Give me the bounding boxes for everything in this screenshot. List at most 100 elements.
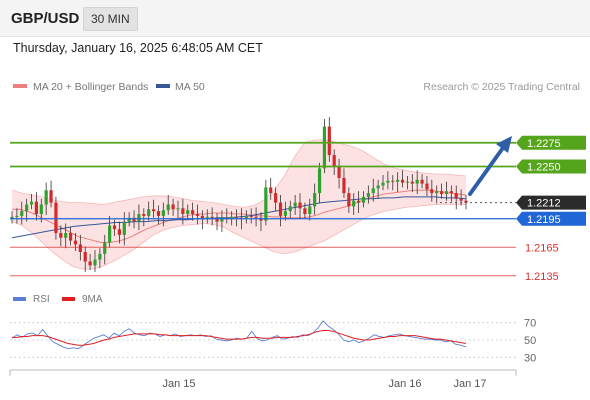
candle-body xyxy=(308,206,312,214)
candle-body xyxy=(269,187,273,194)
candle-body xyxy=(313,193,317,207)
candle-body xyxy=(357,200,361,203)
candle-body xyxy=(410,181,414,184)
candle-body xyxy=(161,210,165,216)
x-axis: Jan 15 Jan 16 Jan 17 xyxy=(9,369,517,390)
rsi-line xyxy=(11,320,467,350)
rsi-tick-label: 30 xyxy=(524,352,536,364)
candle xyxy=(322,119,327,174)
candle-body xyxy=(249,215,253,217)
rsi-legend-swatch xyxy=(13,297,26,301)
candle-body xyxy=(386,180,390,183)
candle-body xyxy=(278,202,283,216)
rsi-tick-label: 70 xyxy=(524,318,536,330)
price-tag: 1.2212 xyxy=(516,195,586,210)
support-label: 1.2135 xyxy=(525,271,559,283)
candle-body xyxy=(254,216,258,218)
candle-body xyxy=(303,208,307,214)
candle-body xyxy=(147,209,151,216)
candle-body xyxy=(327,126,331,156)
candle-body xyxy=(444,191,449,195)
candle-body xyxy=(430,189,434,194)
forecast-arrow xyxy=(468,136,512,196)
candle-body xyxy=(151,209,156,212)
candle-body xyxy=(332,155,336,167)
candle-body xyxy=(298,202,302,209)
candle-body xyxy=(25,204,29,212)
candle-body xyxy=(39,204,43,214)
candle-body xyxy=(342,177,346,194)
candle-body xyxy=(93,259,97,266)
candle-body xyxy=(181,208,185,214)
candle-body xyxy=(371,188,375,194)
candle-body xyxy=(64,233,68,238)
candle-body xyxy=(361,196,366,203)
ma50-legend-label: MA 50 xyxy=(175,81,205,93)
candle-body xyxy=(54,202,58,233)
ma9-legend-label: 9MA xyxy=(82,294,103,305)
support-label: 1.2165 xyxy=(525,242,559,254)
candle-body xyxy=(415,179,419,184)
rsi-legend-label: RSI xyxy=(33,294,50,305)
candle-body xyxy=(137,214,141,222)
candle-body xyxy=(425,183,429,190)
candle-body xyxy=(83,252,87,262)
candle-body xyxy=(283,211,287,216)
candle-body xyxy=(98,253,102,260)
candle-body xyxy=(122,221,126,235)
candle-body xyxy=(293,202,297,207)
ma20-legend-label: MA 20 + Bollinger Bands xyxy=(33,81,148,93)
candle-body xyxy=(186,210,190,214)
candle-body xyxy=(381,182,385,186)
x-tick-label: Jan 15 xyxy=(162,378,195,390)
price-tag-label: 1.2275 xyxy=(527,138,561,150)
candle-body xyxy=(49,190,53,203)
candle-body xyxy=(264,187,268,221)
candle-body xyxy=(108,225,112,243)
candle-body xyxy=(435,191,439,194)
candle-body xyxy=(454,193,458,199)
candle-body xyxy=(347,193,351,207)
price-tag-label: 1.2212 xyxy=(527,198,561,210)
rsi-ma9-line xyxy=(12,329,467,346)
candle-body xyxy=(68,233,73,241)
candle-body xyxy=(352,200,356,207)
candle-body xyxy=(15,215,19,217)
candle-body xyxy=(337,166,341,178)
ma20-legend-swatch xyxy=(13,84,27,88)
credit-label: Research © 2025 Trading Central xyxy=(423,81,580,93)
candle-body xyxy=(78,244,82,252)
candle-body xyxy=(176,208,180,210)
price-tag: 1.2195 xyxy=(516,211,586,226)
candle-body xyxy=(405,181,410,183)
candle-body xyxy=(191,210,195,214)
candle-body xyxy=(376,185,380,189)
candle-body xyxy=(20,211,24,216)
ma9-legend-swatch xyxy=(62,297,75,301)
ma50-legend-swatch xyxy=(156,84,170,88)
candle-body xyxy=(420,179,424,184)
candle-body xyxy=(195,214,200,216)
candle-body xyxy=(142,214,146,216)
candle-body xyxy=(88,261,92,266)
candle-body xyxy=(396,179,400,182)
candle xyxy=(327,117,331,162)
candle-body xyxy=(166,204,170,211)
candle-body xyxy=(322,126,327,169)
price-tag-label: 1.2195 xyxy=(527,214,561,226)
price-tag-label: 1.2250 xyxy=(527,162,561,174)
candle-body xyxy=(59,233,63,238)
candle-body xyxy=(73,240,78,245)
price-chart: MA 20 + Bollinger Bands MA 50 Research ©… xyxy=(9,81,586,390)
candle-body xyxy=(34,201,39,214)
candle-body xyxy=(171,204,175,210)
price-tag: 1.2250 xyxy=(516,159,586,174)
candle-body xyxy=(391,180,395,182)
candle-body xyxy=(400,179,405,183)
candle-body xyxy=(449,191,453,194)
candle-body xyxy=(44,190,48,205)
x-tick-label: Jan 17 xyxy=(453,378,486,390)
x-tick-label: Jan 16 xyxy=(388,378,421,390)
candle-body xyxy=(317,168,322,194)
candle-body xyxy=(117,229,121,235)
